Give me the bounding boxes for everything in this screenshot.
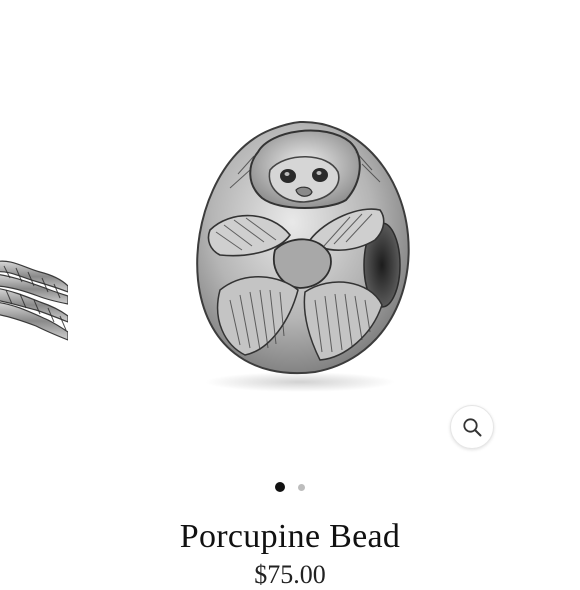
- magnifier-icon: [463, 418, 482, 437]
- zoom-button[interactable]: [450, 405, 494, 449]
- porcupine-bead-image[interactable]: [150, 60, 450, 400]
- product-price: $75.00: [254, 560, 326, 589]
- bracelet-image[interactable]: [0, 230, 68, 390]
- gallery-pagination: [0, 482, 580, 492]
- product-image-gallery[interactable]: [0, 0, 580, 470]
- pagination-dot-2[interactable]: [298, 483, 305, 491]
- product-title: Porcupine Bead: [179, 518, 401, 555]
- pagination-dot-1[interactable]: [275, 482, 285, 492]
